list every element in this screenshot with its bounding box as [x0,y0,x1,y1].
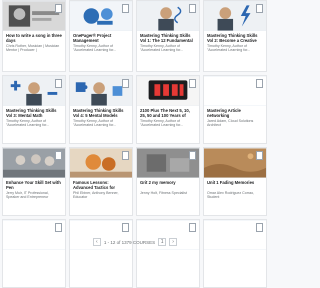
course-card[interactable]: How to write a song in three days Chris R… [2,0,66,72]
course-author: Timothy Kenny, Author of "Accelerated Le… [207,44,251,53]
course-author: Chris Rother, Musician | Musician Mentor… [6,44,60,53]
bookmark-icon[interactable] [55,4,62,13]
course-author: Timothy Kenny, Author of "Accelerated Le… [73,44,117,53]
course-title[interactable]: Mastering Thinking Skills Vol 1: The 12 … [137,31,199,43]
course-card[interactable] [69,219,133,288]
bookmark-icon[interactable] [55,223,62,232]
course-title[interactable] [204,250,266,262]
course-author: Jerry Muir, IT Professional, Speaker and… [6,191,49,200]
course-card[interactable]: Mastering Thinking Skills Vol 2: Become … [203,0,267,72]
course-author: Timothy Kenny, Author of "Accelerated Le… [140,44,184,53]
course-card[interactable]: Mastering Thinking Skills Vol 1: The 12 … [136,0,200,72]
course-thumbnail [204,148,266,178]
pagination-status: 1 - 12 of 1379 COURSES [103,239,156,245]
course-title[interactable]: OnePager® Project Management [70,31,132,43]
page-number-button[interactable]: 1 [158,238,167,246]
course-title[interactable]: Mastering Article networking [204,106,266,118]
course-author: Phil Ebiner, Anthony Benner, Educator [73,191,119,200]
course-title[interactable]: Unit 1 Fading Memories [204,178,266,190]
course-title[interactable]: Mastering Thinking Skills Vol 3: Mental … [3,106,65,118]
course-thumbnail [204,76,266,106]
course-card[interactable]: Mastering Thinking Skills Vol 4: 5 Menta… [69,75,133,144]
course-author [137,262,199,272]
course-thumbnail [137,1,199,31]
course-card[interactable] [136,219,200,288]
course-thumbnail [137,148,199,178]
course-card[interactable]: 2100 Plus The Next 5, 10, 25, 50 and 100… [136,75,200,144]
course-card[interactable]: Mastering Article networking Jared Adam, … [203,75,267,144]
course-card[interactable]: Enhance Your Skill Set with Pen Jerry Mui… [2,147,66,216]
bookmark-icon[interactable] [122,223,129,232]
bookmark-icon[interactable] [256,4,263,13]
bookmark-icon[interactable] [256,79,263,88]
course-thumbnail [3,148,65,178]
course-title[interactable]: 2100 Plus The Next 5, 10, 25, 50 and 100… [137,106,199,118]
course-title[interactable]: Mastering Thinking Skills Vol 4: 5 Menta… [70,106,132,118]
bookmark-icon[interactable] [256,223,263,232]
course-thumbnail [204,1,266,31]
course-author [70,262,132,272]
bookmark-icon[interactable] [122,4,129,13]
course-title[interactable]: Grit 2 my memory [137,178,199,190]
course-thumbnail [137,76,199,106]
course-card[interactable]: Famous Lessons: Advanced Tactics for Tea… [69,147,133,216]
course-author: Timothy Kenny, Author of "Accelerated Le… [140,119,184,128]
course-title[interactable]: How to write a song in three days [3,31,65,43]
next-page-button[interactable]: › [169,238,178,246]
bookmark-icon[interactable] [189,79,196,88]
bookmark-icon[interactable] [122,79,129,88]
course-card[interactable]: Grit 2 my memory Jenny Holt, Fitness Spec… [136,147,200,216]
course-author: Jenny Holt, Fitness Specialist [140,191,187,195]
course-card[interactable]: OnePager® Project Management Timothy Kenn… [69,0,133,72]
pagination: ‹ 1 - 12 of 1379 COURSES 1 › [0,238,270,246]
course-title[interactable]: Famous Lessons: Advanced Tactics for Tea… [70,178,132,190]
bookmark-icon[interactable] [55,79,62,88]
bookmark-icon[interactable] [189,223,196,232]
course-title[interactable]: Mastering Thinking Skills Vol 2: Become … [204,31,266,43]
course-author: Timothy Kenny, Author of "Accelerated Le… [73,119,117,128]
course-thumbnail [3,76,65,106]
bookmark-icon[interactable] [122,151,129,160]
bookmark-icon[interactable] [189,151,196,160]
course-card[interactable]: Unit 1 Fading Memories Omar Alex Rodrigue… [203,147,267,216]
course-thumbnail [70,1,132,31]
bookmark-icon[interactable] [256,151,263,160]
course-author [204,262,266,272]
course-card[interactable] [203,219,267,288]
course-thumbnail [70,148,132,178]
course-title[interactable] [137,250,199,262]
bookmark-icon[interactable] [189,4,196,13]
course-title[interactable] [3,250,65,262]
course-title[interactable]: Enhance Your Skill Set with Pen [3,178,65,190]
course-thumbnail [3,1,65,31]
course-author: Jared Adam, Cloud Solutions Architect [207,119,254,128]
course-card[interactable]: Mastering Thinking Skills Vol 3: Mental … [2,75,66,144]
course-author [3,262,65,272]
prev-page-button[interactable]: ‹ [92,238,101,246]
course-author: Timothy Kenny, Author of "Accelerated Le… [6,119,50,128]
course-thumbnail [70,76,132,106]
course-author: Omar Alex Rodriguez Corrao, Student [207,191,255,200]
course-title[interactable] [70,250,132,262]
course-card[interactable] [2,219,66,288]
bookmark-icon[interactable] [55,151,62,160]
